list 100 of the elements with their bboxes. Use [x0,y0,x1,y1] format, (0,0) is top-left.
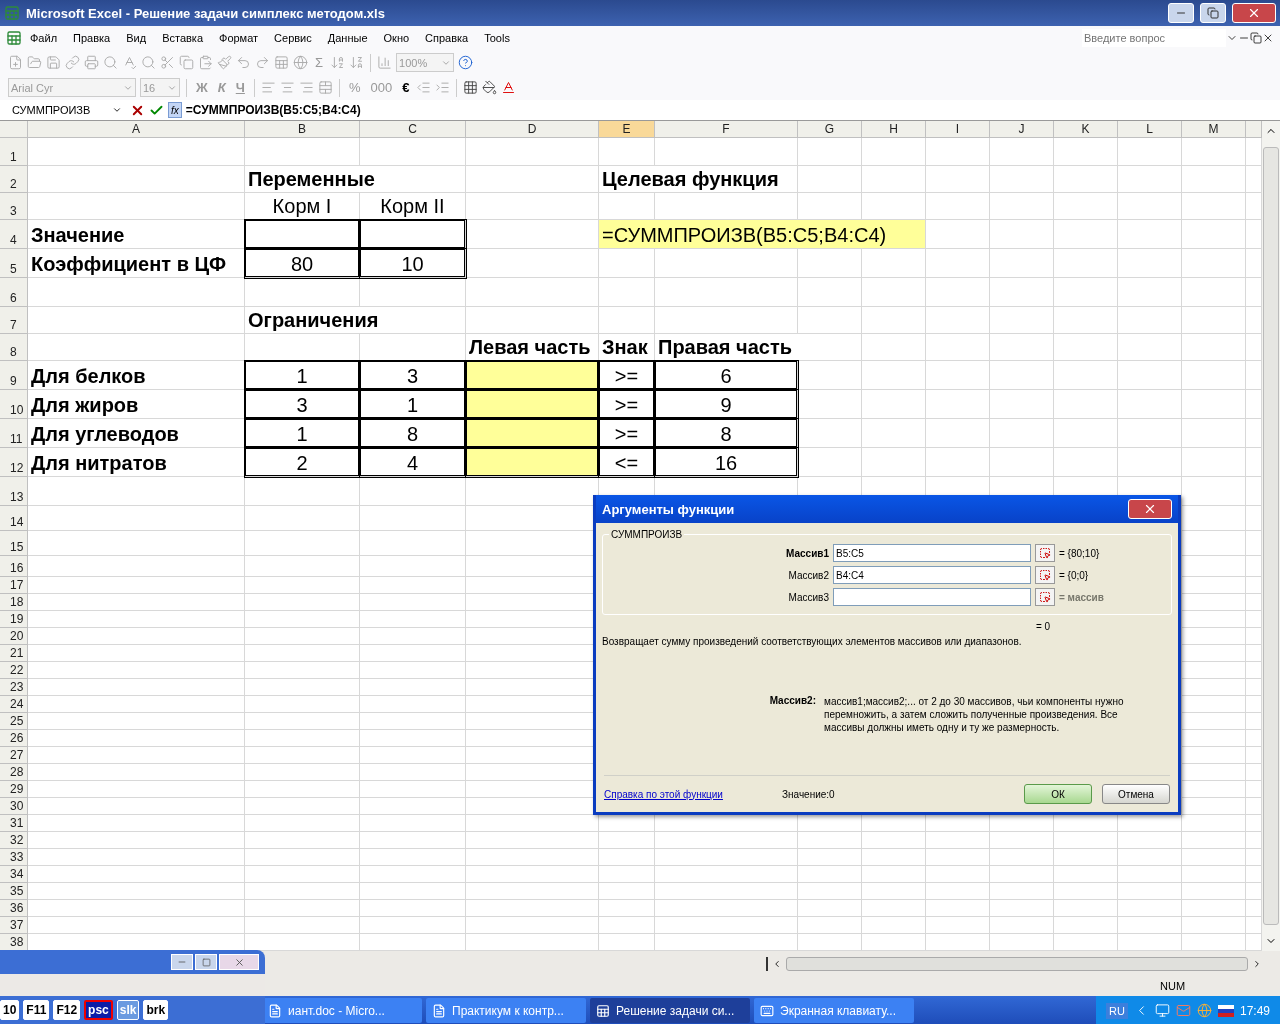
table-cell[interactable] [862,278,926,307]
align-center-icon[interactable] [279,80,295,95]
select-all-corner[interactable] [0,121,28,138]
table-cell[interactable] [1182,307,1246,334]
borders-icon[interactable] [463,80,479,95]
table-cell[interactable] [28,307,245,334]
table-cell[interactable] [360,849,466,866]
table-cell[interactable]: >= [599,419,655,448]
table-cell[interactable] [862,166,926,193]
table-cell[interactable] [28,506,245,531]
table-cell[interactable] [1246,696,1262,713]
table-cell[interactable] [1182,361,1246,390]
table-cell[interactable] [360,696,466,713]
table-icon[interactable] [274,55,289,70]
menu-item[interactable]: Вид [118,32,155,44]
table-cell[interactable] [1182,764,1246,781]
table-cell[interactable] [798,138,862,166]
table-cell[interactable] [1246,883,1262,900]
table-cell[interactable] [990,815,1054,832]
row-header[interactable]: 33 [0,849,28,866]
table-cell[interactable] [655,849,798,866]
table-cell[interactable] [926,917,990,934]
insert-function-button[interactable]: fx [168,102,182,118]
table-cell[interactable] [1054,900,1118,917]
table-cell[interactable] [1118,866,1182,883]
table-cell[interactable] [1182,781,1246,798]
table-cell[interactable] [466,883,599,900]
table-cell[interactable] [360,730,466,747]
row-header[interactable]: 7 [0,307,28,334]
table-cell[interactable] [245,832,360,849]
table-cell[interactable] [798,934,862,951]
align-right-icon[interactable] [298,80,314,95]
table-cell[interactable] [1182,193,1246,220]
table-cell[interactable] [28,628,245,645]
table-cell[interactable] [798,815,862,832]
table-cell[interactable] [1246,193,1262,220]
table-cell[interactable] [926,934,990,951]
table-cell[interactable] [655,917,798,934]
table-cell[interactable]: Ограничения [245,307,466,334]
mail-icon[interactable] [1175,1003,1191,1018]
table-cell[interactable] [1182,696,1246,713]
table-cell[interactable] [990,361,1054,390]
table-cell[interactable] [28,611,245,628]
table-cell[interactable] [1246,577,1262,594]
taskbar-item[interactable]: Решение задачи си... [590,998,750,1023]
table-cell[interactable]: >= [599,390,655,419]
table-cell[interactable] [245,577,360,594]
table-cell[interactable] [990,917,1054,934]
table-cell[interactable] [466,900,599,917]
table-cell[interactable] [245,138,360,166]
table-cell[interactable] [926,815,990,832]
table-cell[interactable] [1246,278,1262,307]
table-cell[interactable] [1118,220,1182,249]
redo-icon[interactable] [255,55,270,70]
table-cell[interactable] [1054,832,1118,849]
table-cell[interactable] [655,138,798,166]
new-file-icon[interactable] [8,55,23,70]
table-cell[interactable] [1118,917,1182,934]
table-cell[interactable] [1246,307,1262,334]
brush-icon[interactable] [217,55,232,70]
row-header[interactable]: 25 [0,713,28,730]
table-cell[interactable]: Корм I [245,193,360,220]
table-cell[interactable] [798,849,862,866]
table-cell[interactable] [1246,611,1262,628]
table-cell[interactable] [360,662,466,679]
row-header[interactable]: 8 [0,334,28,361]
taskbar-item[interactable]: Экранная клавиату... [754,998,914,1023]
table-cell[interactable] [1182,249,1246,278]
row-header[interactable]: 32 [0,832,28,849]
flag-icon[interactable] [1217,1004,1234,1017]
table-cell[interactable] [466,448,599,477]
table-cell[interactable]: Для жиров [28,390,245,419]
table-cell[interactable] [926,419,990,448]
table-cell[interactable] [926,900,990,917]
table-cell[interactable] [1246,419,1262,448]
restore-button[interactable] [1200,3,1226,23]
menu-item[interactable]: Сервис [266,32,320,44]
table-cell[interactable] [1246,781,1262,798]
table-cell[interactable] [360,477,466,506]
table-cell[interactable] [1246,730,1262,747]
row-header[interactable]: 22 [0,662,28,679]
table-cell[interactable] [1182,815,1246,832]
table-cell[interactable] [926,849,990,866]
range-select-button[interactable] [1035,544,1055,562]
table-cell[interactable] [1054,849,1118,866]
argument-field[interactable] [833,588,1031,606]
table-cell[interactable] [28,696,245,713]
scroll-thumb[interactable] [1263,147,1279,925]
column-header[interactable]: B [245,121,360,138]
table-cell[interactable]: 80 [245,249,360,278]
table-cell[interactable] [1118,307,1182,334]
table-cell[interactable] [1182,747,1246,764]
table-cell[interactable] [466,917,599,934]
spreadsheet-icon[interactable] [6,30,22,46]
table-cell[interactable] [1182,556,1246,577]
table-cell[interactable] [1246,832,1262,849]
row-header[interactable]: 12 [0,448,28,477]
table-cell[interactable] [360,220,466,249]
table-cell[interactable] [1118,883,1182,900]
cell-editor[interactable]: =СУММПРОИЗВ(B5:C5;B4:C4) [599,220,926,249]
